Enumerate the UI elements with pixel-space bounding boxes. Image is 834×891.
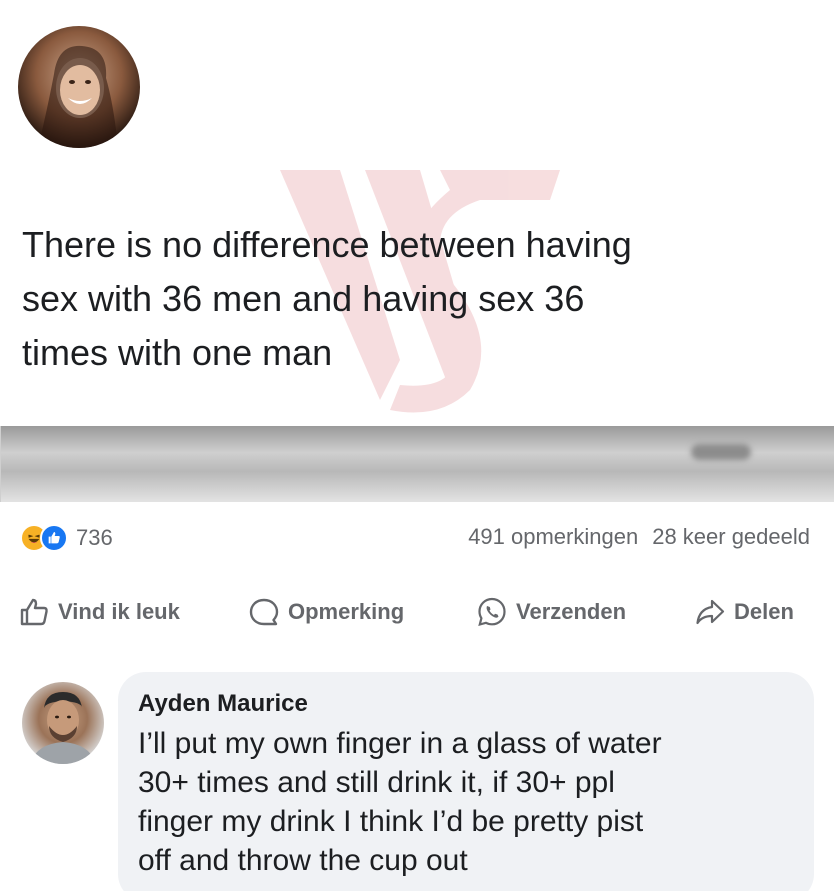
reaction-count: 736 bbox=[76, 525, 113, 550]
reactions-summary[interactable]: 736 bbox=[20, 522, 113, 554]
post-text-line: There is no difference between having bbox=[22, 224, 632, 265]
post-text-line: times with one man bbox=[22, 332, 333, 373]
post-text: There is no difference between having se… bbox=[22, 218, 822, 380]
comment-count-link[interactable]: 491 opmerkingen bbox=[468, 524, 638, 550]
commenter-avatar[interactable] bbox=[22, 682, 104, 764]
comment: Ayden Maurice I’ll put my own finger in … bbox=[0, 672, 834, 891]
like-reaction-icon bbox=[40, 524, 68, 552]
image-detail bbox=[691, 444, 751, 460]
send-button[interactable]: Verzenden bbox=[476, 596, 626, 628]
user-photo-icon bbox=[38, 45, 118, 148]
comment-label: Opmerking bbox=[288, 599, 405, 624]
poster-avatar[interactable] bbox=[18, 26, 140, 148]
speech-bubble-icon bbox=[249, 598, 279, 626]
share-label: Delen bbox=[734, 599, 794, 624]
post-image[interactable] bbox=[0, 426, 834, 502]
facebook-post: There is no difference between having se… bbox=[0, 0, 834, 891]
comment-text: I’ll put my own finger in a glass of wat… bbox=[138, 724, 794, 880]
comment-author[interactable]: Ayden Maurice bbox=[138, 686, 794, 722]
like-button[interactable]: Vind ik leuk bbox=[18, 596, 180, 628]
comment-text-line: I’ll put my own finger in a glass of wat… bbox=[138, 727, 662, 760]
comment-button[interactable]: Opmerking bbox=[248, 596, 404, 628]
whatsapp-icon bbox=[478, 597, 506, 627]
share-arrow-icon bbox=[696, 599, 725, 625]
thumbs-up-icon bbox=[20, 598, 48, 626]
comment-text-line: off and throw the cup out bbox=[138, 844, 468, 877]
user-photo-icon bbox=[30, 692, 96, 764]
send-label: Verzenden bbox=[516, 599, 627, 624]
share-button[interactable]: Delen bbox=[694, 596, 794, 628]
share-count-link[interactable]: 28 keer gedeeld bbox=[652, 524, 810, 550]
post-stats: 736 491 opmerkingen 28 keer gedeeld bbox=[20, 518, 820, 558]
engagement-counts: 491 opmerkingen 28 keer gedeeld bbox=[468, 524, 810, 550]
comment-text-line: 30+ times and still drink it, if 30+ ppl bbox=[138, 766, 615, 799]
post-text-line: sex with 36 men and having sex 36 bbox=[22, 278, 585, 319]
comment-text-line: finger my drink I think I’d be pretty pi… bbox=[138, 805, 644, 838]
comment-bubble: Ayden Maurice I’ll put my own finger in … bbox=[118, 672, 814, 891]
action-bar: Vind ik leuk Opmerking Verzenden Delen bbox=[0, 588, 834, 638]
like-label: Vind ik leuk bbox=[58, 599, 180, 624]
